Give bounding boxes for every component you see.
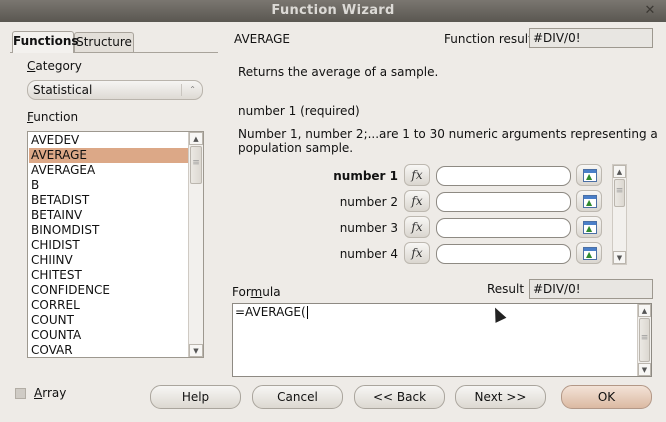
- function-result-label: Function result: [444, 32, 533, 46]
- shrink-button-3[interactable]: [576, 216, 602, 238]
- scroll-up-icon[interactable]: ▲: [638, 304, 651, 317]
- list-item[interactable]: BETAINV: [29, 208, 190, 223]
- result-label: Result: [487, 282, 525, 296]
- category-value: Statistical: [33, 83, 93, 97]
- parameter-description-line-2: population sample.: [238, 141, 354, 155]
- next-button[interactable]: Next >>: [455, 385, 546, 409]
- function-label: Function: [27, 110, 79, 124]
- argument-scrollbar[interactable]: ▲ ▼: [612, 164, 627, 265]
- argument-input-4[interactable]: [436, 244, 571, 264]
- scroll-thumb[interactable]: [190, 146, 202, 184]
- argument-input-2[interactable]: [436, 192, 571, 212]
- shrink-icon: [583, 221, 597, 234]
- scroll-thumb[interactable]: [639, 318, 650, 362]
- argument-label-3: number 3: [339, 221, 398, 235]
- parameter-title: number 1 (required): [238, 104, 360, 118]
- list-item[interactable]: CHIINV: [29, 253, 190, 268]
- category-select[interactable]: Statistical ⌃: [27, 80, 203, 100]
- text-caret: [306, 306, 308, 319]
- fx-button-3[interactable]: fx: [404, 216, 430, 238]
- argument-input-3[interactable]: [436, 218, 571, 238]
- function-name: AVERAGE: [234, 32, 290, 46]
- list-item[interactable]: COUNT: [29, 313, 190, 328]
- list-item[interactable]: BINOMDIST: [29, 223, 190, 238]
- list-item[interactable]: B: [29, 178, 190, 193]
- fx-button-1[interactable]: fx: [404, 164, 430, 186]
- array-label: Array: [34, 386, 67, 400]
- formula-text: =AVERAGE(: [235, 305, 306, 319]
- close-icon[interactable]: ✕: [642, 3, 658, 19]
- scroll-down-icon[interactable]: ▼: [638, 363, 651, 376]
- function-description: Returns the average of a sample.: [238, 65, 439, 79]
- formula-scrollbar[interactable]: ▲ ▼: [637, 304, 651, 376]
- list-item[interactable]: CHIDIST: [29, 238, 190, 253]
- list-item[interactable]: COUNTA: [29, 328, 190, 343]
- shrink-button-2[interactable]: [576, 190, 602, 212]
- argument-label-2: number 2: [339, 195, 398, 209]
- parameter-description-line-1: Number 1, number 2;...are 1 to 30 numeri…: [238, 127, 658, 141]
- tab-structure-label: Structure: [76, 35, 132, 49]
- list-item[interactable]: COVAR: [29, 343, 190, 357]
- list-item[interactable]: CORREL: [29, 298, 190, 313]
- function-list-scrollbar[interactable]: ▲ ▼: [188, 132, 203, 357]
- scroll-down-icon[interactable]: ▼: [189, 344, 203, 357]
- list-item[interactable]: BETADIST: [29, 193, 190, 208]
- shrink-button-4[interactable]: [576, 242, 602, 264]
- tab-functions-label: Functions: [13, 34, 79, 48]
- list-item[interactable]: AVEDEV: [29, 133, 190, 148]
- scroll-thumb[interactable]: [614, 179, 625, 207]
- fx-button-4[interactable]: fx: [404, 242, 430, 264]
- shrink-icon: [583, 247, 597, 260]
- tab-functions[interactable]: Functions: [12, 31, 79, 53]
- result-value: #DIV/0!: [529, 279, 653, 299]
- category-label: Category: [27, 59, 82, 73]
- array-checkbox[interactable]: [15, 388, 26, 399]
- help-button[interactable]: Help: [150, 385, 241, 409]
- formula-input[interactable]: =AVERAGE( ▲ ▼: [232, 303, 652, 377]
- scroll-up-icon[interactable]: ▲: [189, 132, 203, 145]
- shrink-button-1[interactable]: [576, 164, 602, 186]
- list-item[interactable]: CONFIDENCE: [29, 283, 190, 298]
- argument-label-1: number 1: [333, 169, 398, 183]
- list-item[interactable]: AVERAGE: [29, 148, 190, 163]
- cancel-button[interactable]: Cancel: [252, 385, 343, 409]
- title-bar: Function Wizard ✕: [0, 0, 666, 22]
- function-result-value: #DIV/0!: [529, 28, 653, 48]
- ok-button[interactable]: OK: [561, 385, 652, 409]
- window-title: Function Wizard: [271, 3, 395, 18]
- list-item[interactable]: AVERAGEA: [29, 163, 190, 178]
- back-button[interactable]: << Back: [354, 385, 445, 409]
- tab-structure[interactable]: Structure: [74, 32, 134, 53]
- function-list[interactable]: CRITBINOMCOVARCOUNTACOUNTCORRELCONFIDENC…: [27, 131, 204, 358]
- chevron-up-down-icon: ⌃: [181, 84, 196, 96]
- scroll-up-icon[interactable]: ▲: [613, 165, 626, 178]
- scroll-down-icon[interactable]: ▼: [613, 251, 626, 264]
- list-item[interactable]: CHITEST: [29, 268, 190, 283]
- fx-button-2[interactable]: fx: [404, 190, 430, 212]
- shrink-icon: [583, 169, 597, 182]
- argument-input-1[interactable]: [436, 166, 571, 186]
- argument-label-4: number 4: [339, 247, 398, 261]
- formula-label: Formula: [232, 285, 281, 299]
- shrink-icon: [583, 195, 597, 208]
